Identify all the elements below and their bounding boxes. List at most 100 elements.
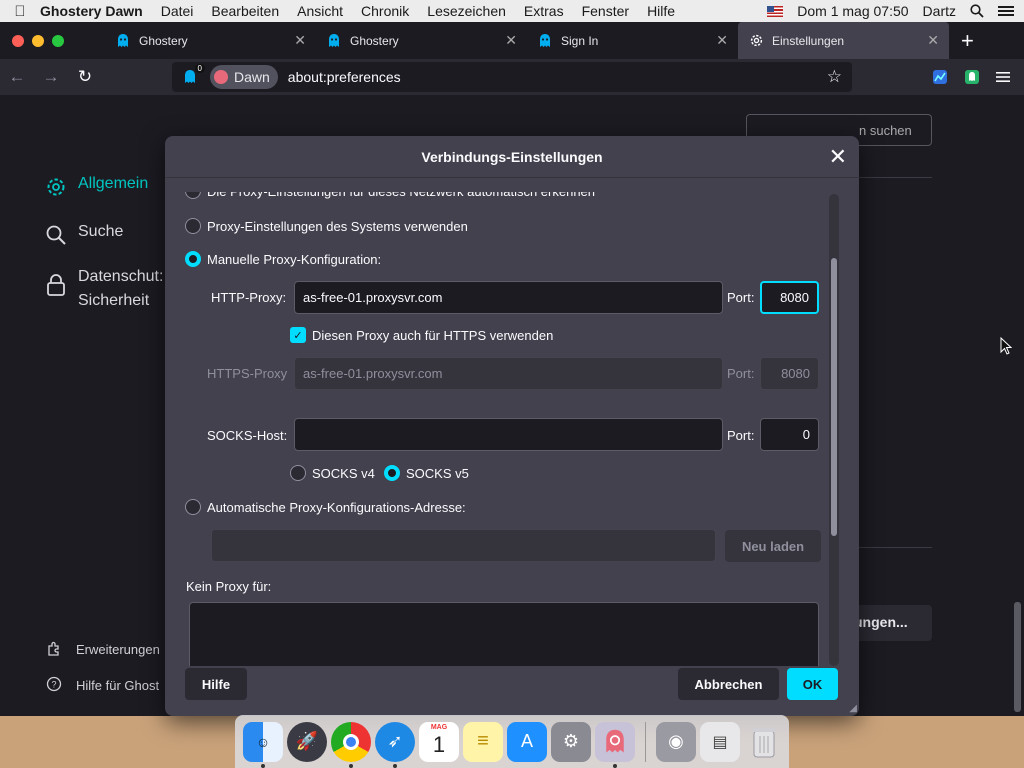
- connection-settings-dialog: Verbindungs-Einstellungen ✕ Die Proxy-Ei…: [165, 136, 859, 716]
- dock: ☺ 🚀 ➶ MAG 1 ≡ A ⚙ ◉ ▤: [235, 715, 789, 768]
- url-text[interactable]: about:preferences: [288, 69, 401, 85]
- radio-pac-url[interactable]: Automatische Proxy-Konfigurations-Adress…: [185, 499, 466, 515]
- menu-hilfe[interactable]: Hilfe: [647, 3, 675, 19]
- radio-socks-v4[interactable]: SOCKS v4: [290, 465, 375, 481]
- cancel-button[interactable]: Abbrechen: [678, 668, 779, 700]
- resize-grip-icon[interactable]: ◢: [849, 703, 857, 714]
- menu-lesezeichen[interactable]: Lesezeichen: [427, 3, 506, 19]
- extension-chart-icon[interactable]: [932, 69, 948, 85]
- http-proxy-input[interactable]: as-free-01.proxysvr.com: [294, 281, 723, 314]
- trash-icon[interactable]: [744, 722, 784, 762]
- menu-bearbeiten[interactable]: Bearbeiten: [211, 3, 279, 19]
- dialog-scrollbar[interactable]: [829, 194, 839, 666]
- tab-ghostery-1[interactable]: Ghostery ✕: [105, 22, 316, 59]
- ghostery-icon: [326, 33, 342, 49]
- extension-ghostery-icon[interactable]: [964, 69, 980, 85]
- radio-button[interactable]: [185, 499, 201, 515]
- menubar-user[interactable]: Dartz: [923, 3, 956, 19]
- tab-einstellungen[interactable]: Einstellungen ✕: [738, 22, 949, 59]
- help-button[interactable]: Hilfe: [185, 668, 247, 700]
- radio-label: Manuelle Proxy-Konfiguration:: [207, 251, 382, 267]
- zoom-window-button[interactable]: [52, 34, 64, 47]
- socks-port-input[interactable]: 0: [760, 418, 819, 451]
- radio-button[interactable]: [290, 465, 306, 481]
- radio-system-proxy[interactable]: Proxy-Einstellungen des Systems verwende…: [185, 218, 468, 234]
- control-center-icon[interactable]: [998, 5, 1014, 17]
- apple-menu-icon[interactable]: : [0, 3, 40, 20]
- lock-icon: [44, 273, 68, 297]
- socks-host-input[interactable]: [294, 418, 723, 451]
- reload-icon[interactable]: ↻: [68, 67, 102, 87]
- safari-compass-icon[interactable]: ➶: [375, 721, 415, 768]
- ok-button[interactable]: OK: [787, 668, 838, 700]
- tab-title: Einstellungen: [772, 33, 845, 48]
- sidebar-help-link[interactable]: ? Hilfe für Ghost: [46, 676, 159, 695]
- page-scrollbar[interactable]: [1014, 602, 1021, 712]
- sidebar-link-label: Hilfe für Ghost: [76, 678, 160, 693]
- app-store-icon[interactable]: A: [507, 721, 547, 762]
- menu-ansicht[interactable]: Ansicht: [297, 3, 343, 19]
- radio-label: SOCKS v5: [406, 465, 469, 481]
- menu-extras[interactable]: Extras: [524, 3, 564, 19]
- tab-title: Ghostery: [350, 33, 399, 48]
- close-window-button[interactable]: [12, 34, 24, 47]
- chrome-icon[interactable]: [331, 721, 371, 768]
- https-checkbox[interactable]: ✓: [290, 327, 306, 343]
- sidebar-extensions-link[interactable]: Erweiterungen: [46, 640, 160, 659]
- back-arrow-icon[interactable]: ←: [0, 67, 34, 87]
- document-file-icon[interactable]: ▤: [700, 721, 740, 762]
- radio-button-selected[interactable]: [384, 465, 400, 481]
- notes-icon[interactable]: ≡: [463, 721, 503, 762]
- http-proxy-label: HTTP-Proxy:: [211, 290, 287, 305]
- forward-arrow-icon[interactable]: →: [34, 67, 68, 87]
- disk-utility-icon[interactable]: ◉: [656, 721, 696, 762]
- identity-chip-label: Dawn: [234, 69, 270, 85]
- bookmark-star-icon[interactable]: ☆: [827, 67, 842, 87]
- ghostery-dawn-app-icon[interactable]: [595, 721, 635, 768]
- tab-ghostery-2[interactable]: Ghostery ✕: [316, 22, 527, 59]
- ghostery-shield-icon[interactable]: 0: [178, 64, 205, 89]
- hamburger-menu-icon[interactable]: [996, 71, 1010, 83]
- running-indicator: [613, 763, 617, 768]
- spotlight-search-icon[interactable]: [970, 4, 984, 18]
- pac-url-input[interactable]: [211, 529, 716, 562]
- close-icon[interactable]: ✕: [829, 144, 847, 170]
- radio-socks-v5[interactable]: SOCKS v5: [384, 465, 469, 481]
- tab-close-icon[interactable]: ✕: [294, 32, 306, 49]
- category-suche[interactable]: Suche: [44, 223, 123, 247]
- tab-close-icon[interactable]: ✕: [716, 32, 728, 49]
- tab-close-icon[interactable]: ✕: [927, 32, 939, 49]
- category-datenschutz[interactable]: Datenschut: Sicherheit: [44, 265, 163, 313]
- ghostery-icon: [537, 33, 553, 49]
- input-source-flag-icon[interactable]: [767, 5, 784, 17]
- tab-sign-in[interactable]: Sign In ✕: [527, 22, 738, 59]
- menu-fenster[interactable]: Fenster: [582, 3, 629, 19]
- finder-icon[interactable]: ☺: [243, 721, 283, 768]
- radio-button-selected[interactable]: [185, 251, 201, 267]
- https-proxy-input[interactable]: as-free-01.proxysvr.com: [294, 357, 723, 390]
- url-bar[interactable]: 0 Dawn about:preferences ☆: [172, 62, 852, 92]
- tab-close-icon[interactable]: ✕: [505, 32, 517, 49]
- radio-button[interactable]: [185, 218, 201, 234]
- menubar-datetime[interactable]: Dom 1 mag 07:50: [797, 3, 908, 19]
- calendar-icon[interactable]: MAG 1: [419, 721, 459, 762]
- running-indicator: [349, 763, 353, 768]
- radio-manual-proxy[interactable]: Manuelle Proxy-Konfiguration:: [185, 251, 381, 267]
- launchpad-rocket-icon[interactable]: 🚀: [287, 721, 327, 762]
- new-tab-plus-icon[interactable]: +: [961, 28, 974, 54]
- https-port-input[interactable]: 8080: [760, 357, 819, 390]
- category-allgemein[interactable]: Allgemein: [44, 175, 148, 199]
- menu-app-name[interactable]: Ghostery Dawn: [40, 3, 143, 19]
- menu-datei[interactable]: Datei: [161, 3, 194, 19]
- no-proxy-textarea[interactable]: [189, 602, 819, 666]
- system-preferences-gear-icon[interactable]: ⚙: [551, 721, 591, 762]
- identity-chip[interactable]: Dawn: [210, 65, 278, 89]
- dialog-scrollbar-thumb[interactable]: [831, 258, 837, 536]
- menu-chronik[interactable]: Chronik: [361, 3, 409, 19]
- dialog-header: Verbindungs-Einstellungen ✕: [165, 136, 859, 178]
- reload-button[interactable]: Neu laden: [725, 530, 821, 562]
- category-label: Datenschut: Sicherheit: [78, 265, 163, 313]
- calendar-day: 1: [432, 731, 446, 757]
- http-port-input[interactable]: 8080: [760, 281, 819, 314]
- minimize-window-button[interactable]: [32, 34, 44, 47]
